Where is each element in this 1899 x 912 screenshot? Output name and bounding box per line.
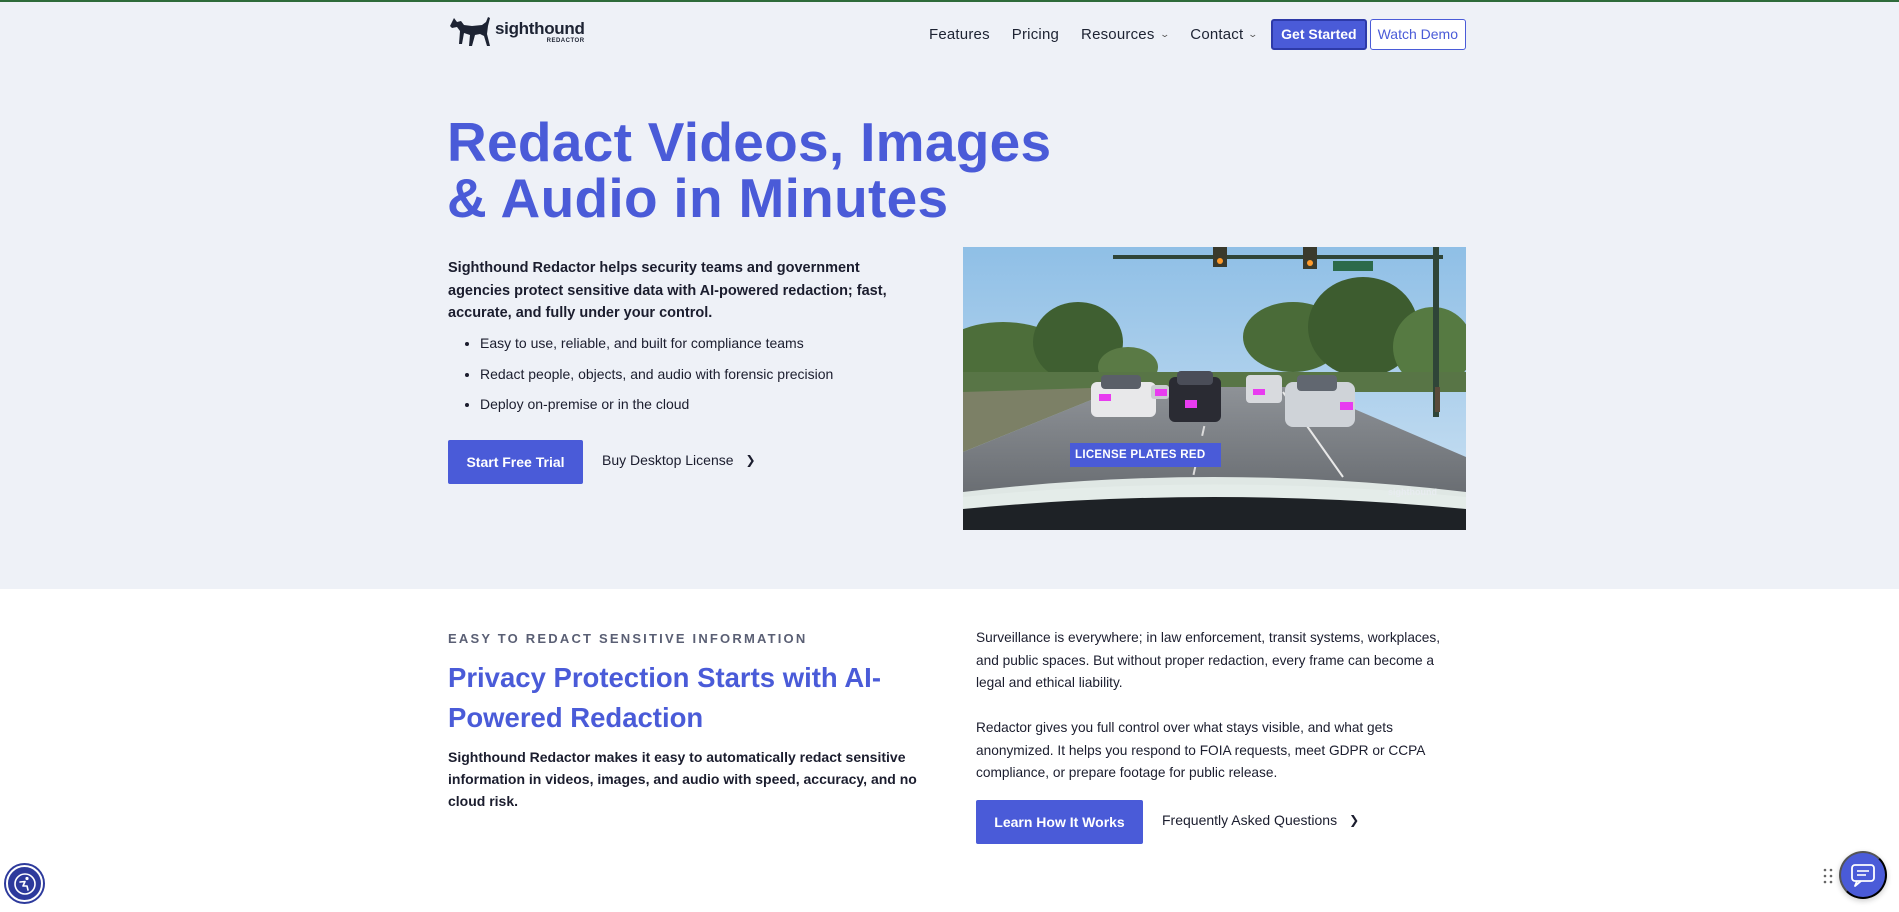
watch-demo-button[interactable]: Watch Demo (1369, 18, 1466, 50)
list-item: Easy to use, reliable, and built for com… (480, 333, 920, 353)
section-description: Sighthound Redactor makes it easy to aut… (448, 749, 917, 809)
buy-desktop-license-label: Buy Desktop License (602, 452, 734, 468)
chat-button[interactable] (1839, 851, 1887, 899)
drag-handle-icon[interactable] (1823, 868, 1833, 884)
start-free-trial-button[interactable]: Start Free Trial (448, 440, 583, 484)
chevron-down-icon: ⌄ (1158, 28, 1170, 39)
hero-title-line2: & Audio in Minutes (447, 167, 949, 229)
nav-pricing[interactable]: Pricing (1012, 26, 1059, 43)
svg-text:sighthound: sighthound (1388, 487, 1437, 497)
list-item: Redact people, objects, and audio with f… (480, 364, 920, 384)
learn-how-it-works-button[interactable]: Learn How It Works (976, 800, 1143, 844)
accessibility-icon (13, 872, 36, 895)
chevron-right-icon: ❯ (745, 453, 756, 467)
brand-product: REDACTOR (546, 38, 585, 44)
brand-logo[interactable]: sighthound REDACTOR (448, 14, 585, 50)
hero-title: Redact Videos, Images & Audio in Minutes (447, 114, 1087, 226)
faq-link-label: Frequently Asked Questions (1162, 812, 1338, 828)
section-paragraph-2: Redactor gives you full control over wha… (976, 720, 1425, 780)
video-frame: sighthound (963, 247, 1466, 530)
section-title-line1: Privacy Protection Starts with AI- (448, 662, 881, 693)
demo-video[interactable]: sighthound LICENSE PLATES RED (963, 247, 1466, 530)
nav-contact-label: Contact (1190, 25, 1244, 43)
accessibility-button[interactable] (6, 865, 43, 902)
faq-link[interactable]: Frequently Asked Questions ❯ (1162, 812, 1359, 828)
chevron-right-icon: ❯ (1349, 813, 1360, 827)
nav-resources-label: Resources (1081, 25, 1155, 43)
chat-icon (1851, 864, 1875, 887)
nav-resources[interactable]: Resources ⌄ (1081, 25, 1170, 43)
brand-name: sighthound (495, 19, 585, 38)
dog-logo-icon (450, 17, 490, 46)
section-paragraph-1: Surveillance is everywhere; in law enfor… (976, 630, 1441, 690)
nav-features[interactable]: Features (929, 26, 990, 43)
section-title-line2: Powered Redaction (448, 702, 704, 733)
section-eyebrow: EASY TO REDACT SENSITIVE INFORMATION (448, 631, 808, 646)
buy-desktop-license-link[interactable]: Buy Desktop License ❯ (602, 452, 756, 468)
site-header: sighthound REDACTOR Features Pricing Res… (448, 14, 1466, 54)
main-nav: Features Pricing Resources ⌄ Contact ⌄ Get… (907, 18, 1466, 50)
nav-contact[interactable]: Contact ⌄ (1190, 25, 1259, 43)
section-title: Privacy Protection Starts with AI- Power… (448, 658, 918, 738)
nav-pricing-label: Pricing (1011, 25, 1060, 43)
list-item: Deploy on-premise or in the cloud (480, 394, 920, 414)
hero-background (0, 2, 1899, 589)
nav-features-label: Features (928, 25, 990, 43)
get-started-button[interactable]: Get Started (1271, 18, 1367, 50)
hero-feature-list: Easy to use, reliable, and built for com… (480, 333, 920, 425)
hero-title-line1: Redact Videos, Images (447, 111, 1052, 173)
chevron-down-icon: ⌄ (1247, 28, 1259, 39)
video-caption: LICENSE PLATES RED (1070, 443, 1221, 467)
hero-intro: Sighthound Redactor helps security teams… (448, 260, 887, 321)
